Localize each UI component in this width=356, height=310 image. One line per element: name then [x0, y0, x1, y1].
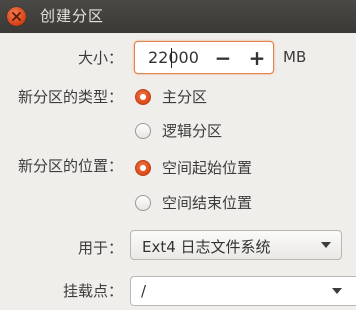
radio-start-of-space[interactable] — [135, 160, 151, 176]
close-icon — [12, 12, 21, 21]
close-button[interactable] — [7, 7, 26, 26]
window-title: 创建分区 — [40, 7, 105, 25]
mount-point-label: 挂载点： — [62, 282, 123, 300]
text-cursor — [171, 48, 172, 68]
radio-start-of-space-label[interactable]: 空间起始位置 — [162, 157, 252, 178]
radio-end-of-space[interactable] — [135, 195, 151, 211]
title-bar: 创建分区 — [0, 0, 356, 33]
use-as-label: 用于： — [77, 239, 123, 257]
partition-position-label: 新分区的位置： — [17, 157, 123, 175]
radio-primary-partition-label[interactable]: 主分区 — [162, 86, 207, 107]
size-unit: MB — [283, 48, 307, 66]
radio-logical-partition[interactable] — [135, 123, 151, 139]
mount-point-combo[interactable]: / — [130, 276, 356, 306]
filesystem-dropdown[interactable]: Ext4 日志文件系统 — [130, 230, 342, 260]
size-input[interactable]: 22000 — [148, 48, 199, 67]
partition-type-label: 新分区的类型： — [17, 88, 123, 106]
mount-point-input[interactable]: / — [141, 282, 146, 300]
filesystem-selected: Ext4 日志文件系统 — [142, 238, 271, 256]
decrement-button[interactable]: − — [207, 42, 239, 73]
radio-primary-partition[interactable] — [135, 89, 151, 105]
radio-logical-partition-label[interactable]: 逻辑分区 — [162, 120, 222, 141]
dropdown-arrow-icon — [321, 242, 331, 248]
dropdown-arrow-icon[interactable] — [332, 288, 342, 295]
increment-button[interactable]: + — [241, 42, 273, 73]
radio-end-of-space-label[interactable]: 空间结束位置 — [162, 192, 252, 213]
size-label: 大小： — [77, 49, 123, 67]
size-spinbox[interactable]: 22000 − + — [134, 41, 274, 74]
